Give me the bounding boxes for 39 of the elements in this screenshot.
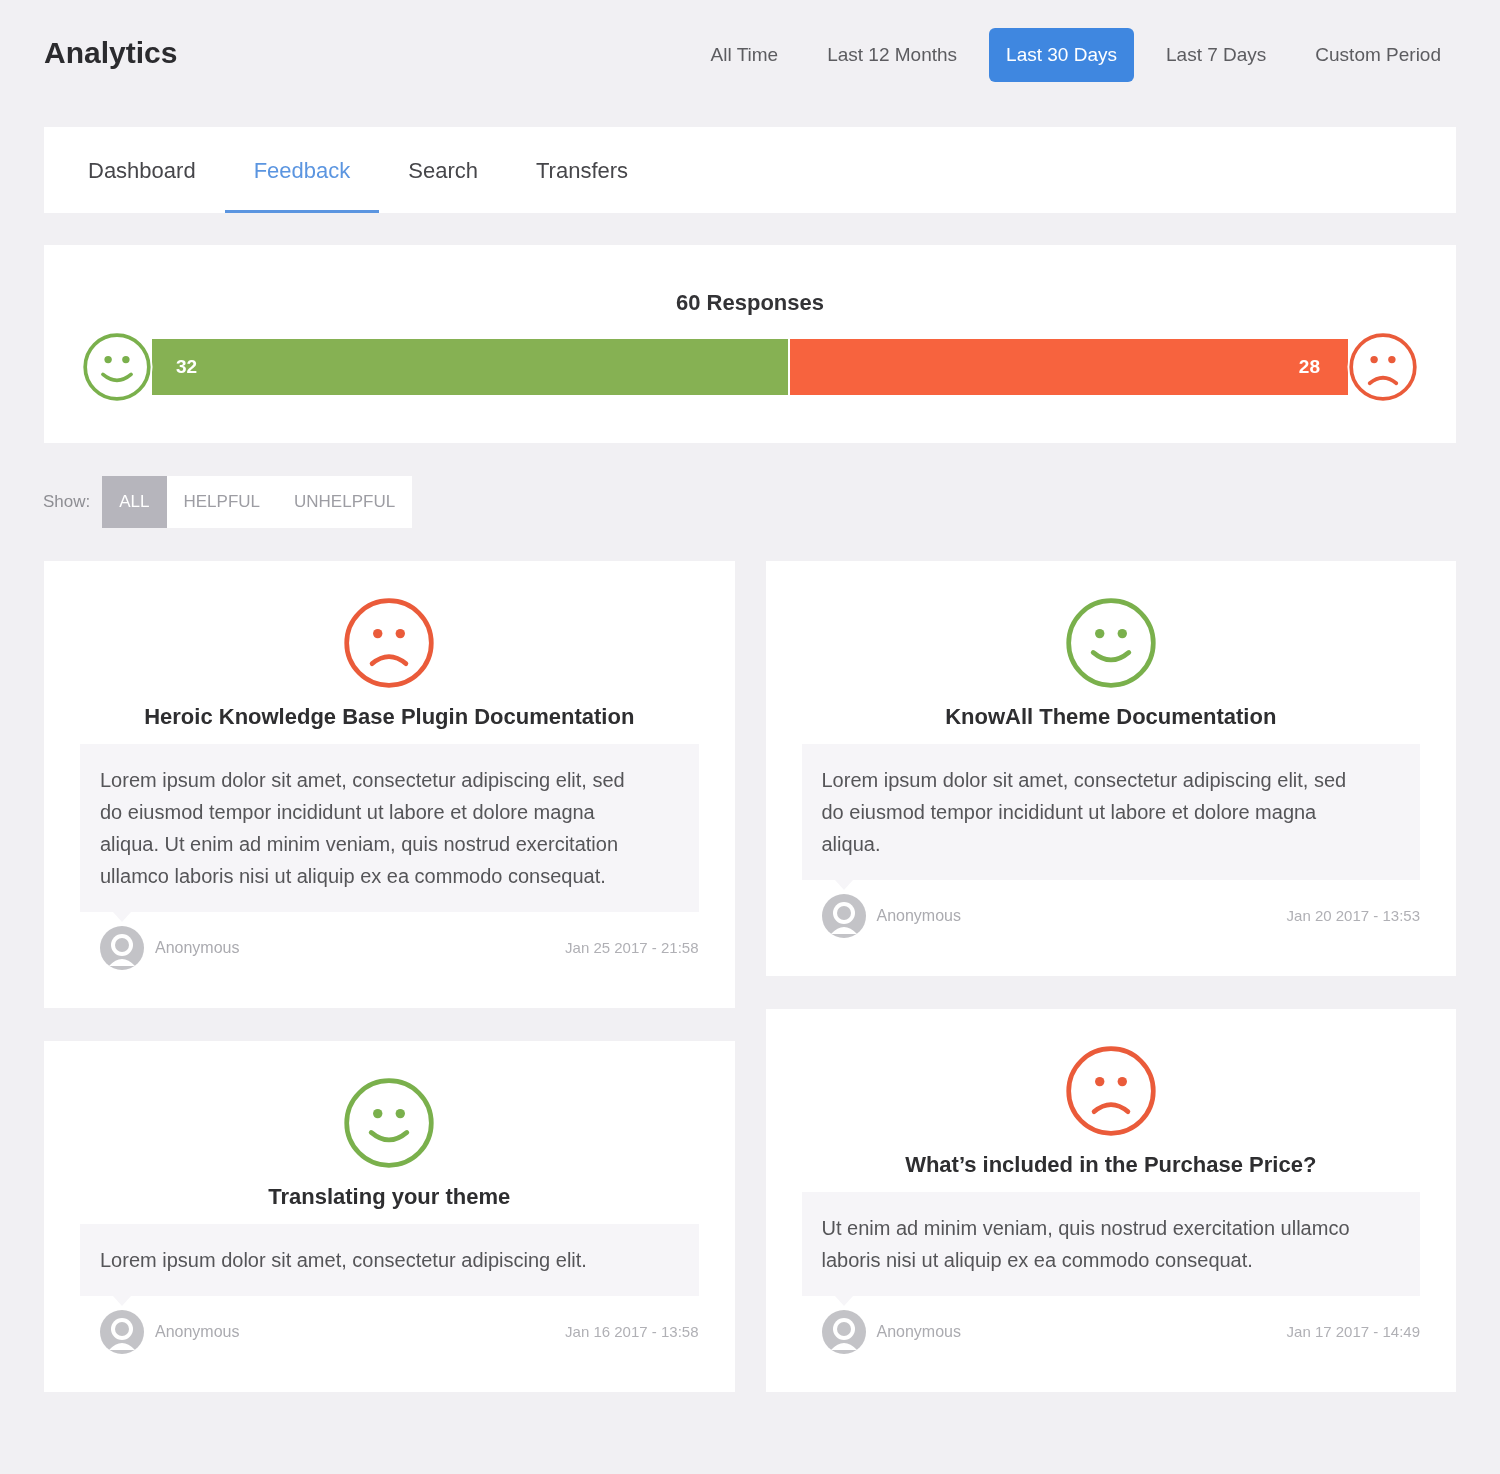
period-button[interactable]: Last 30 Days bbox=[989, 28, 1134, 82]
page-title: Analytics bbox=[44, 34, 178, 71]
user-avatar-icon bbox=[100, 1310, 144, 1354]
comment-date: Jan 25 2017 - 21:58 bbox=[565, 937, 699, 958]
author-name: Anonymous bbox=[155, 938, 240, 958]
comment-text: Lorem ipsum dolor sit amet, consectetur adipiscing elit. bbox=[100, 1248, 588, 1273]
period-button[interactable]: Custom Period bbox=[1298, 28, 1458, 82]
sad-face-icon bbox=[342, 596, 437, 690]
comment-date: Jan 17 2017 - 14:49 bbox=[1286, 1321, 1420, 1342]
comment-text: Lorem ipsum dolor sit amet, consectetur adipiscing elit, sed do eiusmod tempor incididunt ut labore et dolore magna aliqua. Ut enim ad minim veniam, quis nostrud exercitation ullamco laboris nisi ut aliquip ex ea commodo consequat. bbox=[100, 768, 626, 889]
comment-text: Ut enim ad minim veniam, quis nostrud exercitation ullamco laboris nisi ut aliquip ex ea commodo consequat. bbox=[821, 1216, 1351, 1273]
author-name: Anonymous bbox=[155, 1322, 240, 1342]
user-avatar-icon bbox=[821, 1310, 866, 1354]
card-title: Heroic Knowledge Base Plugin Documentation bbox=[144, 703, 635, 731]
author-name: Anonymous bbox=[876, 1322, 961, 1342]
smiley-face-icon bbox=[1063, 596, 1158, 690]
smiley-face-icon bbox=[342, 1076, 437, 1170]
user-avatar-icon bbox=[100, 926, 144, 970]
tab[interactable]: Transfers bbox=[507, 127, 658, 213]
responses-title: 60 Responses bbox=[676, 289, 824, 317]
period-button[interactable]: Last 12 Months bbox=[810, 28, 975, 82]
tab[interactable]: Search bbox=[379, 127, 507, 213]
filter-label: Show: bbox=[43, 491, 91, 514]
tab[interactable]: Dashboard bbox=[59, 127, 225, 213]
segment-count: 32 bbox=[176, 354, 198, 379]
card-title: Translating your theme bbox=[268, 1183, 511, 1211]
card-title: KnowAll Theme Documentation bbox=[945, 703, 1277, 731]
card-title: What’s included in the Purchase Price? bbox=[905, 1151, 1317, 1179]
period-button[interactable]: Last 7 Days bbox=[1149, 28, 1284, 82]
comment-date: Jan 16 2017 - 13:58 bbox=[565, 1321, 699, 1342]
comment-text: Lorem ipsum dolor sit amet, consectetur adipiscing elit, sed do eiusmod tempor incididunt ut labore et dolore magna aliqua. bbox=[821, 768, 1348, 857]
comment-date: Jan 20 2017 - 13:53 bbox=[1286, 905, 1420, 926]
tab[interactable]: Feedback bbox=[224, 127, 380, 213]
sad-face-icon bbox=[1063, 1044, 1158, 1138]
author-name: Anonymous bbox=[876, 906, 961, 926]
sad-face-icon bbox=[1346, 330, 1420, 404]
user-avatar-icon bbox=[821, 894, 866, 938]
segment-count: 28 bbox=[1298, 354, 1320, 379]
period-button[interactable]: All Time bbox=[693, 28, 796, 82]
